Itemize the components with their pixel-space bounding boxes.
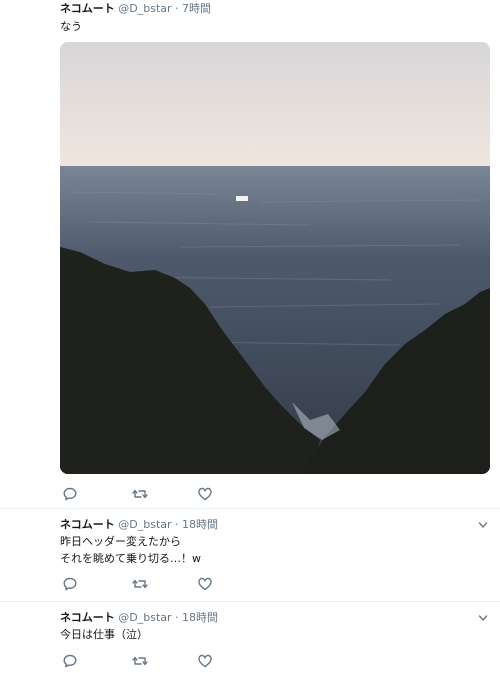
retweet-button[interactable]	[132, 486, 148, 502]
reply-icon	[63, 654, 77, 668]
retweet-icon	[132, 656, 148, 666]
reply-icon	[63, 577, 77, 591]
tweet-2[interactable]: ネコムート @D_bstar · 18時間 昨日ヘッダー変えたから それを眺めて…	[0, 509, 500, 601]
reply-button[interactable]	[62, 576, 78, 592]
reply-button[interactable]	[62, 653, 78, 669]
tweet-header: ネコムート @D_bstar · 18時間	[60, 518, 218, 532]
author-handle[interactable]: @D_bstar	[118, 518, 171, 531]
retweet-button[interactable]	[132, 653, 148, 669]
author-name[interactable]: ネコムート	[60, 611, 115, 624]
author-name[interactable]: ネコムート	[60, 518, 115, 531]
author-name[interactable]: ネコムート	[60, 2, 115, 15]
tweet-text: 今日は仕事（泣）	[60, 628, 148, 641]
tweet-photo[interactable]	[60, 42, 490, 474]
reply-button[interactable]	[62, 486, 78, 502]
author-handle[interactable]: @D_bstar	[118, 2, 171, 15]
tweet-text-line-2: それを眺めて乗り切る…！w	[60, 552, 201, 565]
tweet-3[interactable]: ネコムート @D_bstar · 18時間 今日は仕事（泣）	[0, 602, 500, 670]
tweet-header: ネコムート @D_bstar · 7時間	[60, 2, 211, 16]
retweet-button[interactable]	[132, 576, 148, 592]
chevron-down-icon[interactable]	[478, 613, 488, 623]
seascape-image	[60, 42, 490, 474]
retweet-icon	[132, 579, 148, 589]
tweet-1[interactable]: ネコムート @D_bstar · 7時間 なう	[0, 0, 500, 508]
separator-dot: ·	[175, 2, 179, 15]
tweet-header: ネコムート @D_bstar · 18時間	[60, 611, 218, 625]
retweet-icon	[132, 489, 148, 499]
chevron-down-icon[interactable]	[478, 520, 488, 530]
tweet-text: なう	[60, 20, 82, 33]
reply-icon	[63, 487, 77, 501]
timestamp[interactable]: 7時間	[182, 2, 211, 15]
like-button[interactable]	[197, 653, 213, 669]
like-button[interactable]	[197, 486, 213, 502]
separator-dot: ·	[175, 518, 179, 531]
heart-icon	[198, 654, 212, 668]
tweet-text-line-1: 昨日ヘッダー変えたから	[60, 535, 181, 548]
heart-icon	[198, 577, 212, 591]
like-button[interactable]	[197, 576, 213, 592]
timestamp[interactable]: 18時間	[182, 518, 218, 531]
author-handle[interactable]: @D_bstar	[118, 611, 171, 624]
heart-icon	[198, 487, 212, 501]
timestamp[interactable]: 18時間	[182, 611, 218, 624]
boat	[236, 196, 248, 201]
separator-dot: ·	[175, 611, 179, 624]
